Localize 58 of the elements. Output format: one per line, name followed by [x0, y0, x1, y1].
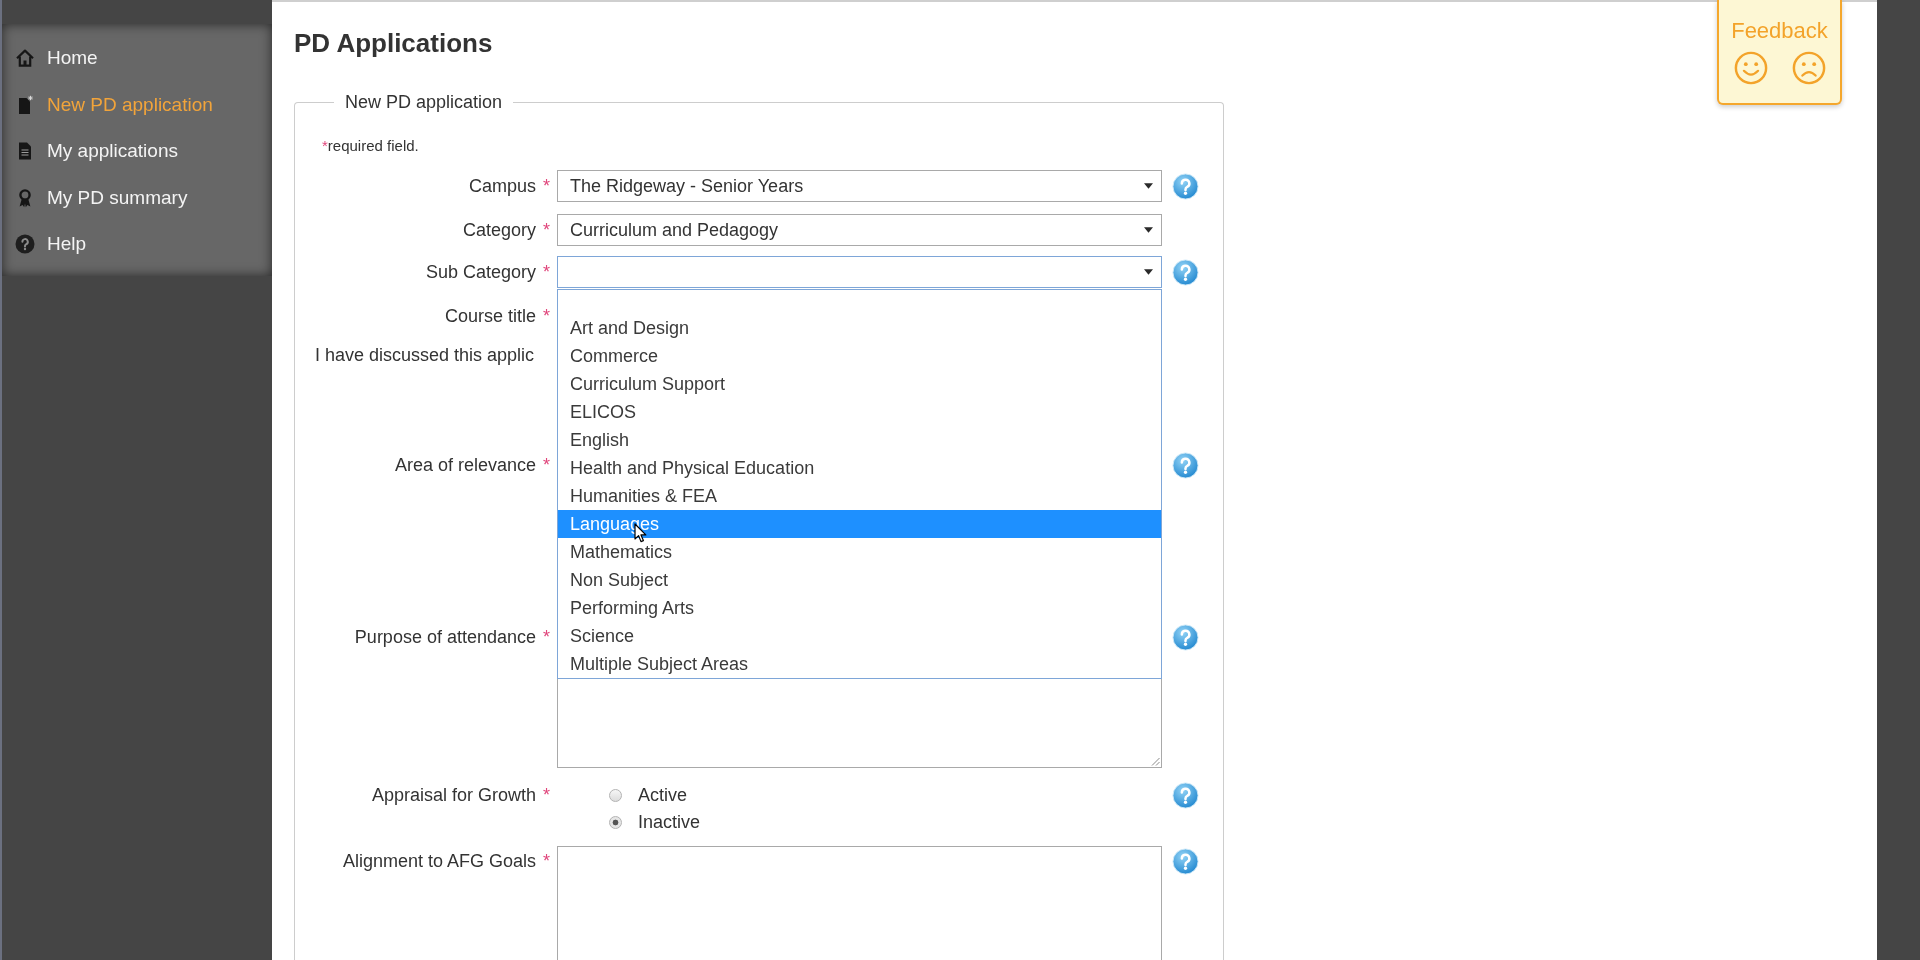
select-field[interactable]	[557, 256, 1162, 288]
required-mark: *	[543, 306, 550, 326]
radio-button[interactable]	[609, 789, 622, 802]
dropdown-option[interactable]: Science	[558, 622, 1161, 650]
nav-item[interactable]: My PD summary	[2, 174, 272, 221]
help-icon[interactable]	[1172, 258, 1199, 286]
radio-label[interactable]: Active	[638, 782, 688, 809]
resize-handle-icon[interactable]	[1150, 756, 1160, 766]
nav-item[interactable]: Home	[2, 35, 272, 82]
help-icon[interactable]	[1172, 172, 1199, 200]
required-mark: *	[543, 176, 550, 196]
dropdown-option[interactable]: Art and Design	[558, 314, 1161, 342]
field-label: Alignment to AFG Goals	[342, 850, 536, 873]
sad-face-icon[interactable]	[1791, 51, 1826, 85]
radio-label[interactable]: Inactive	[638, 809, 701, 836]
required-mark: *	[543, 627, 550, 647]
required-mark: *	[543, 455, 550, 475]
nav-item[interactable]: Help	[2, 221, 272, 268]
dropdown-option[interactable]: Curriculum Support	[558, 370, 1161, 398]
field-label: Sub Category	[425, 261, 536, 284]
dropdown-option[interactable]: Multiple Subject Areas	[558, 650, 1161, 678]
radio-button[interactable]	[609, 816, 622, 829]
dropdown-option[interactable]: Commerce	[558, 342, 1161, 370]
dropdown-option[interactable]: Mathematics	[558, 538, 1161, 566]
dropdown-option[interactable]: English	[558, 426, 1161, 454]
required-mark: *	[543, 220, 550, 240]
required-mark: *	[543, 851, 550, 871]
form-legend: New PD application	[334, 90, 514, 114]
field-label: Purpose of attendance	[354, 626, 536, 649]
field-label: Campus	[468, 175, 536, 198]
help-icon[interactable]	[1172, 782, 1199, 809]
caret-icon	[1144, 269, 1153, 275]
required-mark: *	[543, 785, 550, 805]
dropdown-option[interactable]: Non Subject	[558, 566, 1161, 594]
help-icon[interactable]	[1172, 623, 1199, 651]
caret-icon	[1144, 183, 1153, 189]
field-label: Course title	[444, 305, 536, 328]
field-label: Appraisal for Growth	[371, 784, 536, 807]
feedback-label: Feedback	[1731, 17, 1828, 45]
select-field[interactable]: Curriculum and Pedagogy	[557, 214, 1162, 246]
dropdown-option[interactable]: Humanities & FEA	[558, 482, 1161, 510]
caret-icon	[1144, 227, 1153, 233]
required-note: *required field.	[322, 136, 419, 156]
required-mark: *	[543, 262, 550, 282]
field-label: Area of relevance	[394, 454, 536, 477]
field-label: Category	[462, 219, 536, 242]
help-icon[interactable]	[1172, 847, 1199, 875]
page-title: PD Applications	[294, 27, 493, 59]
field-label: I have discussed this applic	[315, 344, 535, 367]
help-icon[interactable]	[1172, 451, 1199, 479]
select-field[interactable]: The Ridgeway - Senior Years	[557, 170, 1162, 202]
help-icon	[15, 234, 35, 255]
dropdown-option[interactable]: Health and Physical Education	[558, 454, 1161, 482]
nav-item[interactable]: My applications	[2, 128, 272, 175]
dropdown-option[interactable]: Performing Arts	[558, 594, 1161, 622]
happy-face-icon[interactable]	[1733, 51, 1768, 85]
dropdown-option[interactable]: ELICOS	[558, 398, 1161, 426]
home-icon	[15, 48, 35, 69]
